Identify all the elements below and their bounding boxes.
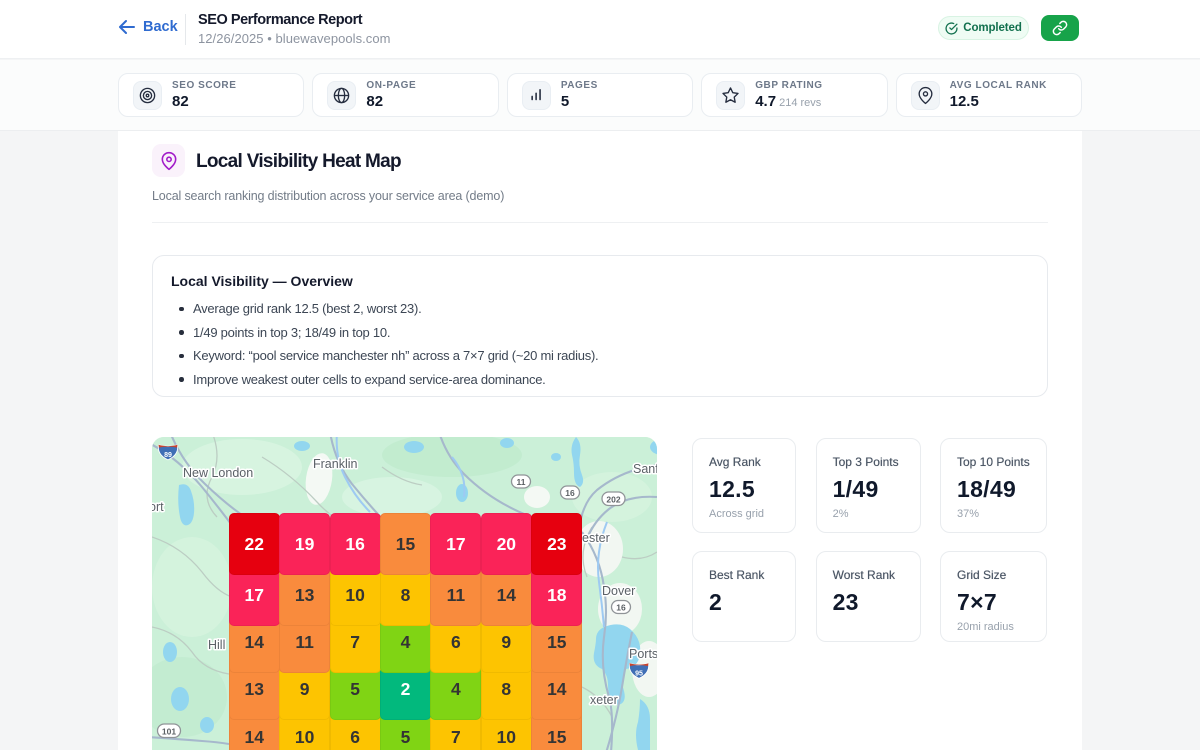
- svg-text:ester: ester: [582, 531, 610, 545]
- svg-text:101: 101: [162, 726, 176, 736]
- svg-text:xeter: xeter: [590, 693, 618, 707]
- svg-text:Sanf: Sanf: [633, 462, 657, 476]
- svg-text:New London: New London: [183, 466, 253, 480]
- svg-text:Franklin: Franklin: [313, 457, 358, 471]
- svg-text:89: 89: [164, 452, 172, 459]
- svg-text:Dover: Dover: [602, 584, 635, 598]
- svg-text:16: 16: [616, 603, 626, 613]
- svg-text:Ports: Ports: [629, 647, 657, 661]
- svg-text:95: 95: [635, 670, 643, 677]
- svg-text:11: 11: [517, 477, 526, 487]
- svg-text:Hill: Hill: [208, 638, 225, 652]
- svg-text:202: 202: [606, 494, 620, 504]
- svg-text:ort: ort: [152, 500, 164, 514]
- svg-text:16: 16: [565, 488, 575, 498]
